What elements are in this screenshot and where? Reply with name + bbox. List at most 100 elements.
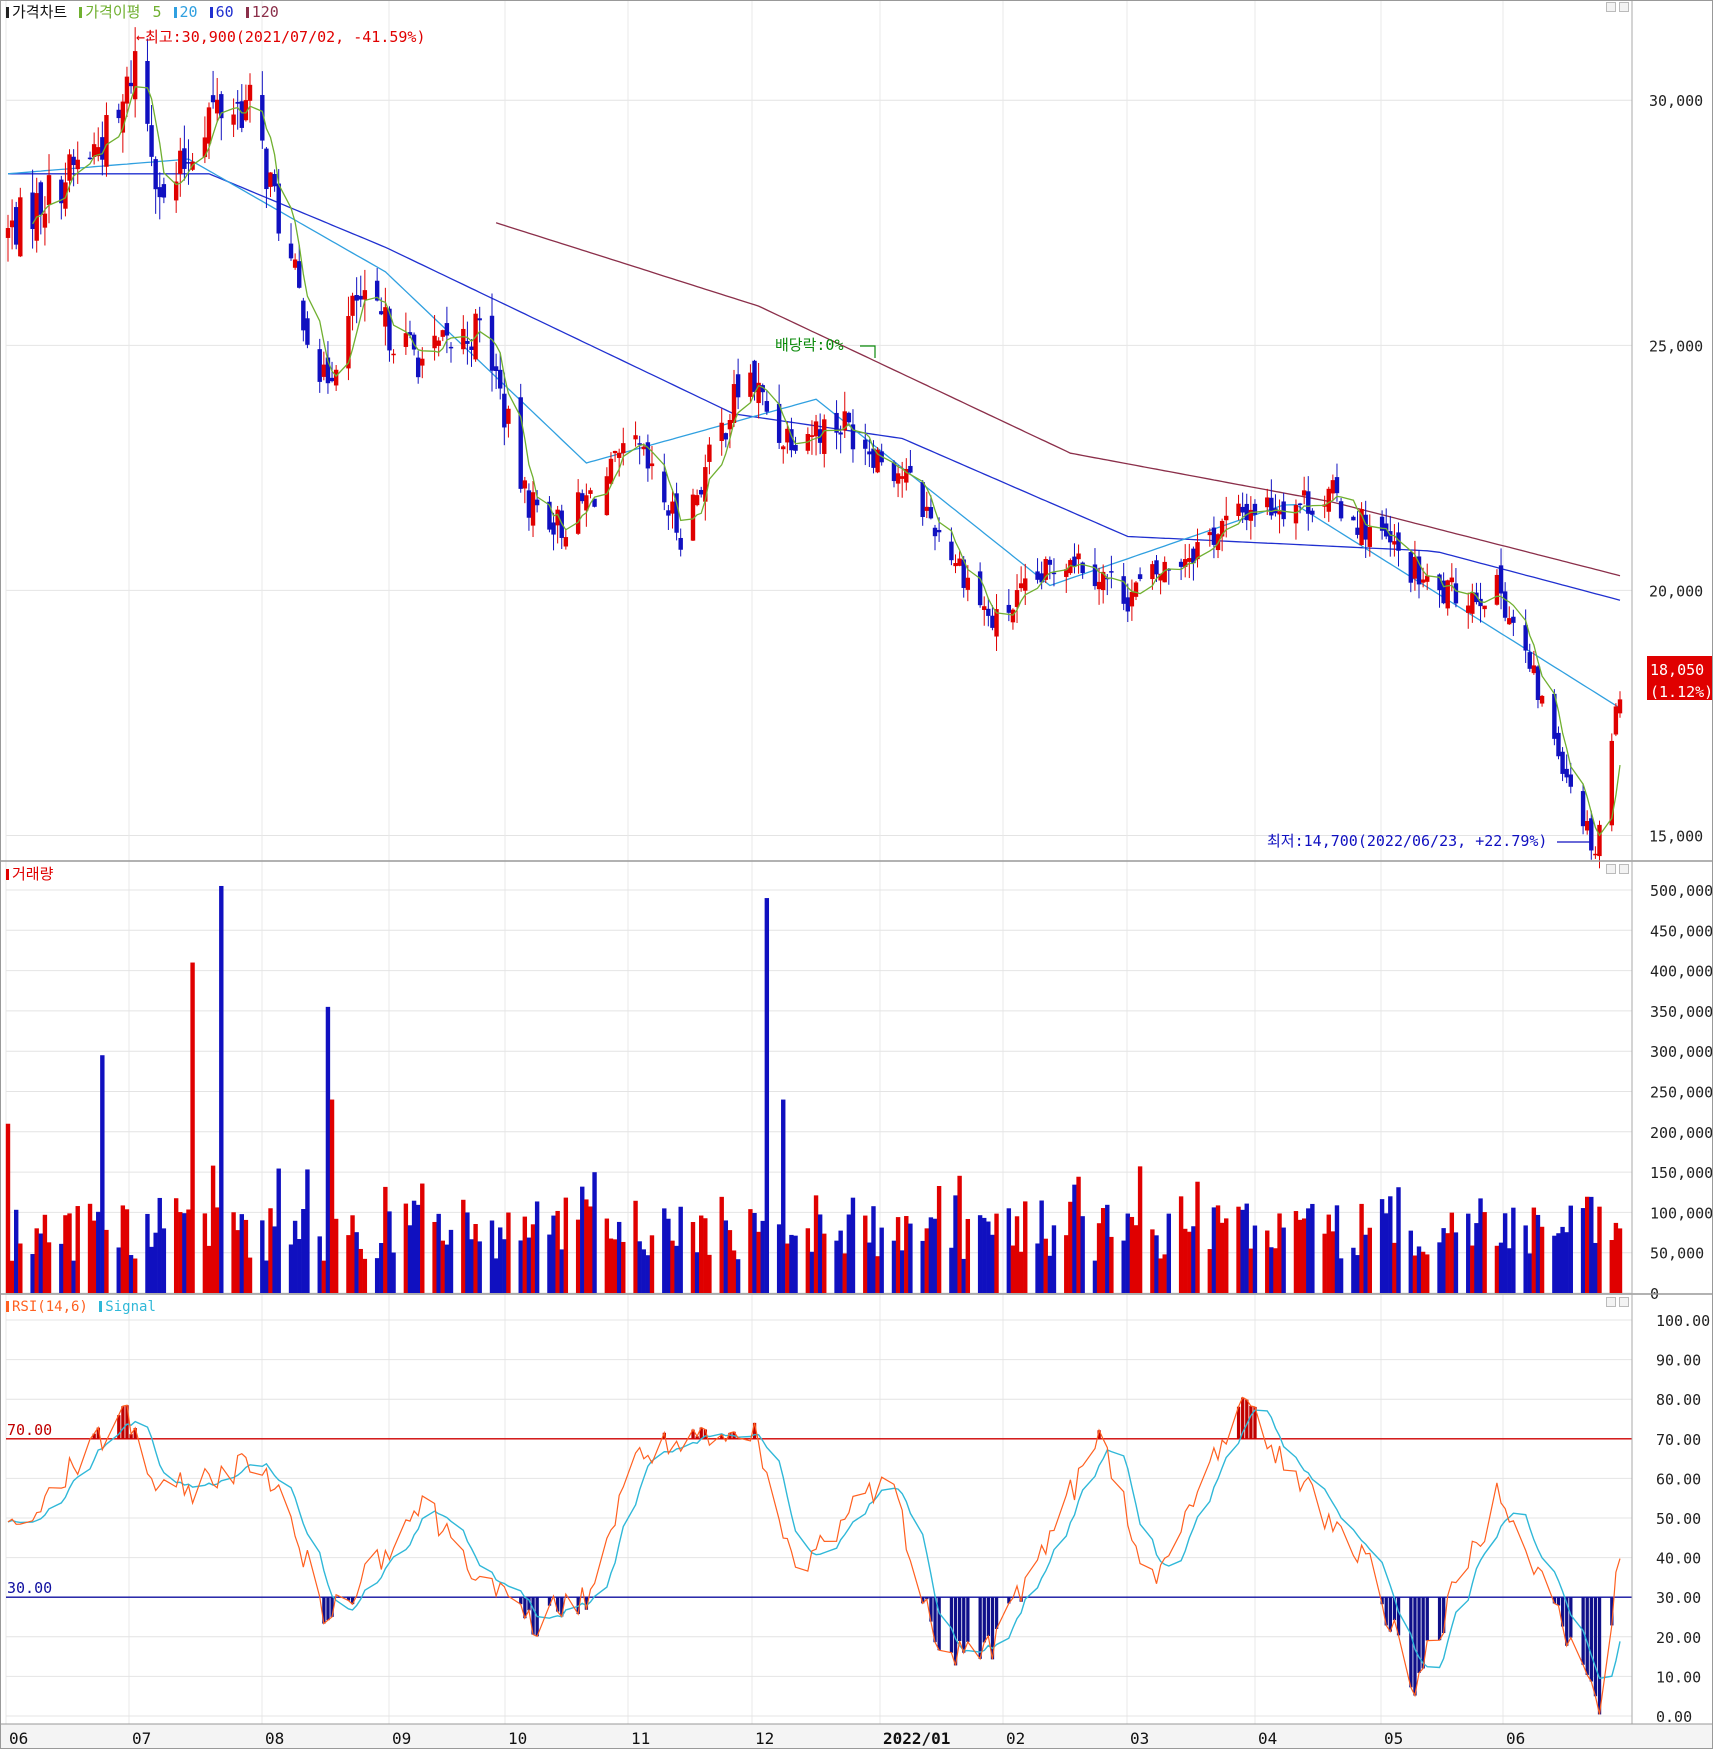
volume-bar — [986, 1221, 991, 1293]
candle-body — [178, 150, 183, 174]
candle-body — [1470, 592, 1475, 614]
volume-bar — [1219, 1222, 1225, 1293]
candle-body — [1310, 510, 1315, 515]
candle-body — [1507, 618, 1512, 625]
candle-body — [932, 527, 938, 537]
candle-body — [75, 159, 80, 170]
volume-bar — [498, 1227, 503, 1293]
x-axis-label: 2022/01 — [883, 1729, 950, 1748]
volume-bar — [1100, 1208, 1106, 1293]
panel-minimize-icon[interactable] — [1606, 2, 1616, 12]
candle-body — [116, 109, 121, 119]
candle-body — [292, 259, 298, 268]
volume-bar — [1109, 1236, 1114, 1293]
volume-bar — [14, 1209, 19, 1293]
candle-body — [63, 182, 68, 209]
volume-bar — [91, 1220, 97, 1293]
volume-bar — [461, 1199, 466, 1293]
legend-rsi[interactable]: RSI(14,6) — [12, 1299, 88, 1315]
rsi-axis-label: 70.00 — [1656, 1431, 1701, 1449]
rsi-axis-label: 40.00 — [1656, 1550, 1701, 1568]
volume-bar — [756, 1231, 761, 1293]
candle-body — [1109, 571, 1114, 573]
volume-bar — [1150, 1229, 1155, 1293]
candle-body — [268, 172, 273, 187]
volume-bar — [104, 1229, 109, 1293]
volume-bar — [157, 1197, 162, 1293]
legend-signal[interactable]: Signal — [105, 1299, 156, 1315]
candle-body — [1297, 503, 1303, 506]
volume-bar — [793, 1235, 798, 1293]
volume-bar — [1482, 1212, 1487, 1293]
rsi-oversold-fill — [982, 1597, 986, 1643]
panel-close-icon[interactable] — [1619, 2, 1629, 12]
volume-bar — [633, 1200, 638, 1293]
candle-body — [707, 444, 712, 462]
rsi-overbought-fill — [1245, 1399, 1249, 1439]
candle-body — [9, 220, 15, 228]
candle-body — [1014, 590, 1020, 607]
volume-bar — [1527, 1253, 1532, 1293]
candle-body — [588, 490, 593, 494]
candle-body — [666, 510, 671, 516]
volume-bar — [124, 1209, 130, 1293]
volume-bar — [1330, 1231, 1336, 1293]
stock-chart[interactable]: 30,000 25,000 20,000 15,000 ←최고:30,900(2021/… — [0, 0, 1713, 1749]
x-axis-label: 06 — [1506, 1729, 1525, 1748]
volume-bar — [699, 1215, 704, 1293]
candle-body — [1330, 480, 1336, 494]
candle-body — [953, 563, 958, 567]
volume-bar — [1584, 1196, 1590, 1293]
panel-minimize-icon[interactable] — [1606, 864, 1616, 874]
volume-bar — [822, 1233, 827, 1293]
volume-bar — [707, 1254, 712, 1293]
volume-bar — [1273, 1248, 1278, 1293]
candle-body — [1523, 625, 1528, 651]
volume-bar — [387, 1211, 392, 1293]
candle-body — [748, 372, 753, 397]
volume-bar — [580, 1186, 585, 1293]
candle-body — [752, 360, 757, 392]
legend-ma60[interactable]: 60 — [216, 3, 234, 21]
legend-volume[interactable]: 거래량 — [12, 865, 53, 883]
volume-bar — [936, 1186, 942, 1293]
volume-axis-label: 300,000 — [1650, 1043, 1713, 1061]
rsi-level-70-label: 70.00 — [7, 1421, 52, 1439]
x-axis-label: 11 — [631, 1729, 650, 1748]
candle-body — [186, 162, 191, 164]
panel-close-icon[interactable] — [1619, 1297, 1629, 1307]
legend-price-chart[interactable]: 가격차트 — [12, 3, 67, 21]
volume-bar — [641, 1249, 646, 1293]
candle-body — [891, 462, 897, 482]
volume-bar — [1355, 1255, 1360, 1293]
candle-body — [387, 308, 392, 351]
legend-ma5[interactable]: 5 — [152, 3, 161, 21]
legend-ma120[interactable]: 120 — [252, 3, 279, 21]
candle-body — [1334, 477, 1340, 494]
legend-ma20[interactable]: 20 — [180, 3, 198, 21]
volume-bar — [895, 1217, 901, 1293]
rsi-oversold-fill — [1593, 1597, 1598, 1697]
volume-bar — [415, 1204, 421, 1293]
candle-body — [1265, 497, 1270, 508]
candle-body — [1338, 501, 1344, 519]
volume-bar — [846, 1214, 852, 1293]
panel-close-icon[interactable] — [1619, 864, 1629, 874]
candle-body — [498, 369, 503, 389]
candle-body — [1125, 597, 1130, 612]
volume-bar — [1494, 1245, 1500, 1293]
volume-bar — [957, 1175, 962, 1293]
legend-ma-title[interactable]: 가격이평 — [85, 3, 140, 21]
volume-axis-label: 400,000 — [1650, 963, 1713, 981]
volume-bar — [1293, 1211, 1299, 1293]
candle-body — [100, 137, 105, 160]
panel-minimize-icon[interactable] — [1606, 1297, 1616, 1307]
candle-body — [526, 490, 532, 518]
volume-bar — [891, 1240, 897, 1293]
volume-bar — [71, 1260, 76, 1293]
chart-canvas[interactable]: 30,000 25,000 20,000 15,000 ←최고:30,900(2021/… — [0, 0, 1713, 1749]
x-axis-label: 12 — [755, 1729, 774, 1748]
volume-bar — [1392, 1242, 1397, 1293]
volume-bar — [867, 1242, 872, 1293]
volume-bar — [18, 1243, 23, 1293]
